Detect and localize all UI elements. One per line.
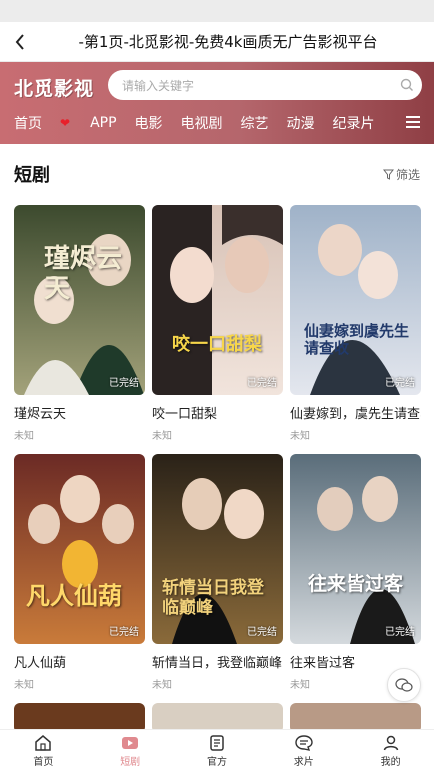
- card-subtitle: 未知: [152, 680, 172, 691]
- tab-home[interactable]: 首页: [0, 730, 87, 773]
- tab-shorts[interactable]: 短剧: [87, 730, 174, 773]
- tab-label: 首页: [33, 757, 54, 768]
- poster[interactable]: 瑾烬云天 已完结: [14, 205, 145, 395]
- home-icon: [35, 735, 52, 751]
- poster-title: 仙妻嫁到虞先生请查收: [304, 322, 410, 358]
- card-subtitle: 未知: [14, 431, 34, 442]
- nav-item-movie[interactable]: 电影: [135, 113, 163, 133]
- filter-button[interactable]: 筛选: [382, 166, 420, 183]
- card-title[interactable]: 斩情当日，我登临巅峰: [152, 652, 283, 671]
- tab-label: 求片: [293, 757, 314, 768]
- site-logo[interactable]: 北觅影视: [14, 74, 94, 101]
- poster[interactable]: 往来皆过客 已完结: [290, 454, 421, 644]
- wechat-icon[interactable]: [387, 668, 421, 702]
- nav-item-app[interactable]: APP: [90, 115, 116, 131]
- card-title[interactable]: 凡人仙葫: [14, 652, 145, 671]
- drama-card[interactable]: 斩情当日我登临巅峰 已完结 斩情当日，我登临巅峰 未知: [152, 454, 283, 691]
- section-header: 短剧 筛选: [0, 152, 434, 196]
- status-badge: 已完结: [109, 627, 139, 638]
- heart-icon[interactable]: ❤: [60, 116, 70, 130]
- search-icon[interactable]: [392, 70, 422, 100]
- video-icon: [122, 737, 139, 749]
- card-title[interactable]: 瑾烬云天: [14, 403, 145, 422]
- top-bar: -第1页-北觅影视-免费4k画质无广告影视平台: [0, 22, 434, 62]
- drama-card[interactable]: 往来皆过客 已完结 往来皆过客 未知: [290, 454, 421, 691]
- status-badge: 已完结: [109, 378, 139, 389]
- poster-title: 斩情当日我登临巅峰: [162, 578, 264, 618]
- tab-request[interactable]: 求片: [260, 730, 347, 773]
- poster[interactable]: 咬一口甜梨 已完结: [152, 205, 283, 395]
- poster-title: 凡人仙葫: [26, 581, 122, 610]
- poster-title: 咬一口甜梨: [172, 334, 262, 355]
- poster-title: 瑾烬云天: [44, 244, 123, 304]
- user-icon: [383, 735, 398, 751]
- status-strip: [0, 0, 434, 22]
- poster-title: 往来皆过客: [308, 573, 404, 595]
- bottom-tab-bar: 首页 短剧 官方 求片 我的: [0, 729, 434, 773]
- card-subtitle: 未知: [152, 431, 172, 442]
- category-nav: 首页 ❤ APP 电影 电视剧 综艺 动漫 纪录片: [0, 108, 434, 138]
- card-subtitle: 未知: [14, 680, 34, 691]
- card-subtitle: 未知: [290, 431, 310, 442]
- status-badge: 已完结: [247, 378, 277, 389]
- page-title: -第1页-北觅影视-免费4k画质无广告影视平台: [78, 33, 378, 51]
- tab-official[interactable]: 官方: [174, 730, 261, 773]
- site-header: 北觅影视 请输入关键字 首页 ❤ APP 电影 电视剧 综艺 动漫 纪录片: [0, 62, 434, 144]
- chat-icon: [295, 735, 313, 751]
- card-title[interactable]: 仙妻嫁到，虞先生请查收: [290, 403, 421, 422]
- nav-item-documentary[interactable]: 纪录片: [333, 113, 375, 133]
- poster[interactable]: 仙妻嫁到虞先生请查收 已完结: [290, 205, 421, 395]
- menu-icon[interactable]: [406, 116, 420, 128]
- nav-item-variety[interactable]: 综艺: [241, 113, 269, 133]
- nav-item-home[interactable]: 首页: [14, 113, 42, 133]
- nav-item-anime[interactable]: 动漫: [287, 113, 315, 133]
- search-box[interactable]: 请输入关键字: [108, 70, 422, 100]
- search-input[interactable]: 请输入关键字: [122, 77, 392, 94]
- drama-card[interactable]: 瑾烬云天 已完结 瑾烬云天 未知: [14, 205, 145, 442]
- status-badge: 已完结: [247, 627, 277, 638]
- filter-label: 筛选: [395, 167, 420, 182]
- tab-label: 我的: [380, 757, 401, 768]
- drama-card[interactable]: 仙妻嫁到虞先生请查收 已完结 仙妻嫁到，虞先生请查收 未知: [290, 205, 421, 442]
- tab-label: 官方: [206, 757, 227, 768]
- drama-card[interactable]: 凡人仙葫 已完结 凡人仙葫 未知: [14, 454, 145, 691]
- nav-item-tv[interactable]: 电视剧: [181, 113, 223, 133]
- filter-icon: [382, 169, 394, 180]
- tab-mine[interactable]: 我的: [347, 730, 434, 773]
- section-title: 短剧: [14, 165, 50, 186]
- poster[interactable]: 斩情当日我登临巅峰 已完结: [152, 454, 283, 644]
- document-icon: [210, 735, 224, 751]
- poster[interactable]: 凡人仙葫 已完结: [14, 454, 145, 644]
- card-title[interactable]: 咬一口甜梨: [152, 403, 283, 422]
- drama-card[interactable]: 咬一口甜梨 已完结 咬一口甜梨 未知: [152, 205, 283, 442]
- tab-label: 短剧: [120, 757, 141, 768]
- status-badge: 已完结: [385, 627, 415, 638]
- back-arrow-icon[interactable]: [12, 30, 28, 54]
- status-badge: 已完结: [385, 378, 415, 389]
